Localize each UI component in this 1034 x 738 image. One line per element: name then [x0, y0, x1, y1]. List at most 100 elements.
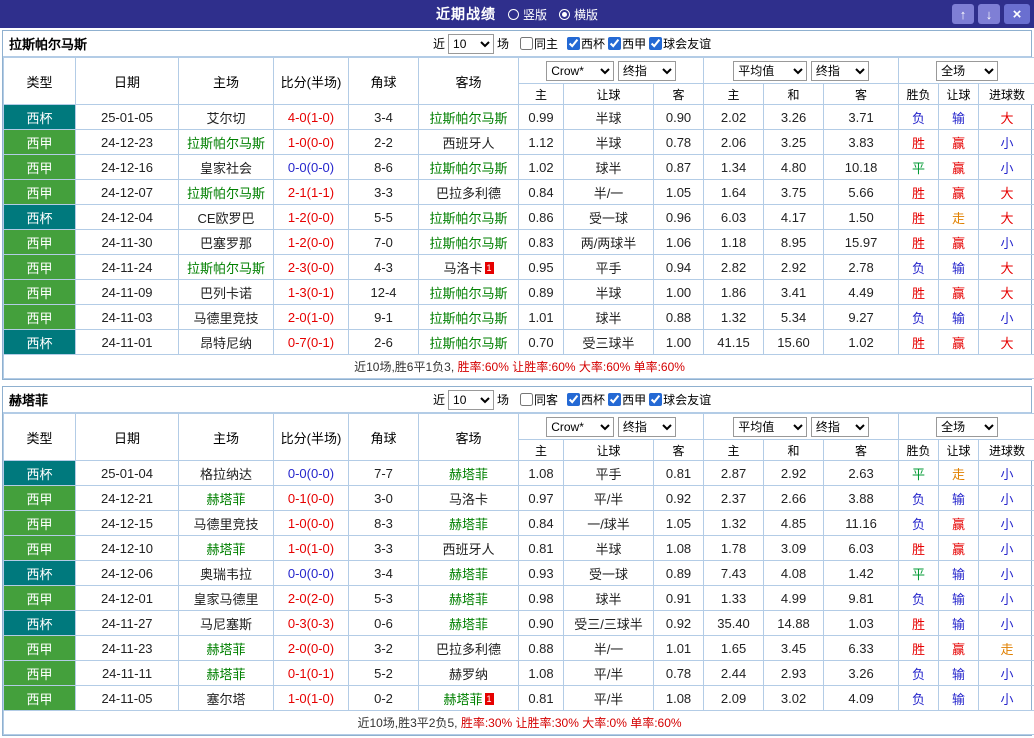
league-type-badge: 西甲 [4, 536, 76, 561]
team-name: 赫塔菲 [449, 567, 488, 582]
result-goals: 小 [979, 230, 1034, 255]
handicap-line: 受一球 [564, 561, 654, 586]
match-date: 24-12-15 [76, 511, 179, 536]
avg-draw-odds: 8.95 [764, 230, 824, 255]
home-team-cell: 赫塔菲 [179, 661, 274, 686]
avg-draw-odds: 3.26 [764, 105, 824, 130]
scroll-down-button[interactable]: ↓ [978, 4, 1000, 24]
layout-radio-horizontal[interactable]: 横版 [559, 6, 598, 23]
same-venue-checkbox[interactable] [520, 37, 533, 50]
result-outcome: 胜 [899, 230, 939, 255]
league-type-badge: 西杯 [4, 105, 76, 130]
close-button[interactable]: × [1004, 4, 1030, 24]
subcol-handicap-result: 让球 [939, 440, 979, 461]
scope-header: 全场 [899, 58, 1034, 84]
handicap-away-odds: 0.88 [654, 305, 704, 330]
average-odds-select[interactable]: 平均值 [733, 61, 807, 81]
result-handicap: 输 [939, 105, 979, 130]
home-team-cell: 巴塞罗那 [179, 230, 274, 255]
games-label: 场 [497, 391, 509, 408]
match-row: 西甲24-12-01皇家马德里2-0(2-0)5-3赫塔菲0.98球半0.911… [4, 586, 1034, 611]
handicap-away-odds: 0.78 [654, 130, 704, 155]
match-date: 24-12-01 [76, 586, 179, 611]
avg-draw-odds: 3.09 [764, 536, 824, 561]
league-type-badge: 西甲 [4, 636, 76, 661]
result-handicap: 输 [939, 305, 979, 330]
same-venue-checkbox[interactable] [520, 393, 533, 406]
handicap-line: 受三球半 [564, 330, 654, 355]
handicap-away-odds: 0.87 [654, 155, 704, 180]
final-odds-select[interactable]: 终指 [811, 61, 869, 81]
avg-away-odds: 3.26 [824, 661, 899, 686]
arrow-down-icon: ↓ [986, 7, 993, 22]
team-name: 拉斯帕尔马斯 [429, 336, 507, 351]
handicap-home-odds: 1.12 [519, 130, 564, 155]
corner-cell: 5-5 [349, 205, 419, 230]
avg-away-odds: 4.09 [824, 686, 899, 711]
final-odds-select[interactable]: 终指 [618, 417, 676, 437]
friendly-filter[interactable]: 球会友谊 [649, 35, 711, 52]
match-date: 24-11-24 [76, 255, 179, 280]
away-team-cell: 赫塔菲1 [419, 686, 519, 711]
same-venue-filter[interactable]: 同客 [520, 391, 558, 408]
close-icon: × [1013, 6, 1022, 23]
match-date: 24-11-05 [76, 686, 179, 711]
team-name: 皇家社会 [200, 161, 252, 176]
handicap-away-odds: 0.90 [654, 105, 704, 130]
handicap-away-odds: 1.08 [654, 686, 704, 711]
away-team-cell: 赫罗纳 [419, 661, 519, 686]
col-away: 客场 [419, 58, 519, 105]
match-count-select[interactable]: 10 [448, 34, 494, 54]
result-handicap: 赢 [939, 330, 979, 355]
handicap-away-odds: 0.89 [654, 561, 704, 586]
avg-away-odds: 5.66 [824, 180, 899, 205]
match-count-select[interactable]: 10 [448, 390, 494, 410]
league-checkbox[interactable] [608, 37, 621, 50]
col-type: 类型 [4, 414, 76, 461]
handicap-line: 半/一 [564, 636, 654, 661]
match-date: 24-11-03 [76, 305, 179, 330]
col-date: 日期 [76, 414, 179, 461]
result-outcome: 负 [899, 105, 939, 130]
result-goals: 小 [979, 486, 1034, 511]
friendly-filter[interactable]: 球会友谊 [649, 391, 711, 408]
away-team-cell: 马洛卡 [419, 486, 519, 511]
subcol-avg-away: 客 [824, 440, 899, 461]
layout-radio-vertical[interactable]: 竖版 [508, 6, 547, 23]
home-team-cell: 皇家社会 [179, 155, 274, 180]
final-odds-select[interactable]: 终指 [811, 417, 869, 437]
cup-checkbox[interactable] [567, 393, 580, 406]
average-odds-select[interactable]: 平均值 [733, 417, 807, 437]
same-venue-filter[interactable]: 同主 [520, 35, 558, 52]
friendly-checkbox[interactable] [649, 393, 662, 406]
handicap-line: 半球 [564, 105, 654, 130]
subcol-goals: 进球数 [979, 84, 1034, 105]
corner-cell: 2-2 [349, 130, 419, 155]
cup-checkbox[interactable] [567, 37, 580, 50]
bookmaker-select[interactable]: Crow* [546, 61, 614, 81]
full-match-select[interactable]: 全场 [936, 61, 998, 81]
avg-draw-odds: 4.17 [764, 205, 824, 230]
home-team-cell: 马尼塞斯 [179, 611, 274, 636]
final-odds-select[interactable]: 终指 [618, 61, 676, 81]
avg-away-odds: 11.16 [824, 511, 899, 536]
cup-filter[interactable]: 西杯 [567, 391, 605, 408]
match-row: 西甲24-12-15马德里竞技1-0(0-0)8-3赫塔菲0.84一/球半1.0… [4, 511, 1034, 536]
score-cell: 0-1(0-0) [274, 486, 349, 511]
home-team-cell: 马德里竞技 [179, 511, 274, 536]
handicap-home-odds: 0.70 [519, 330, 564, 355]
bookmaker-select[interactable]: Crow* [546, 417, 614, 437]
league-checkbox[interactable] [608, 393, 621, 406]
filter-controls: 近 10 场 同客 西杯 西甲 球会友谊 [433, 390, 711, 410]
league-filter[interactable]: 西甲 [608, 391, 646, 408]
full-match-select[interactable]: 全场 [936, 417, 998, 437]
cup-filter[interactable]: 西杯 [567, 35, 605, 52]
subcol-home-odds: 主 [519, 84, 564, 105]
handicap-line: 平手 [564, 255, 654, 280]
league-filter[interactable]: 西甲 [608, 35, 646, 52]
scroll-up-button[interactable]: ↑ [952, 4, 974, 24]
handicap-line: 一/球半 [564, 511, 654, 536]
page-title: 近期战绩 [436, 4, 496, 24]
red-card-icon: 1 [485, 262, 494, 274]
friendly-checkbox[interactable] [649, 37, 662, 50]
